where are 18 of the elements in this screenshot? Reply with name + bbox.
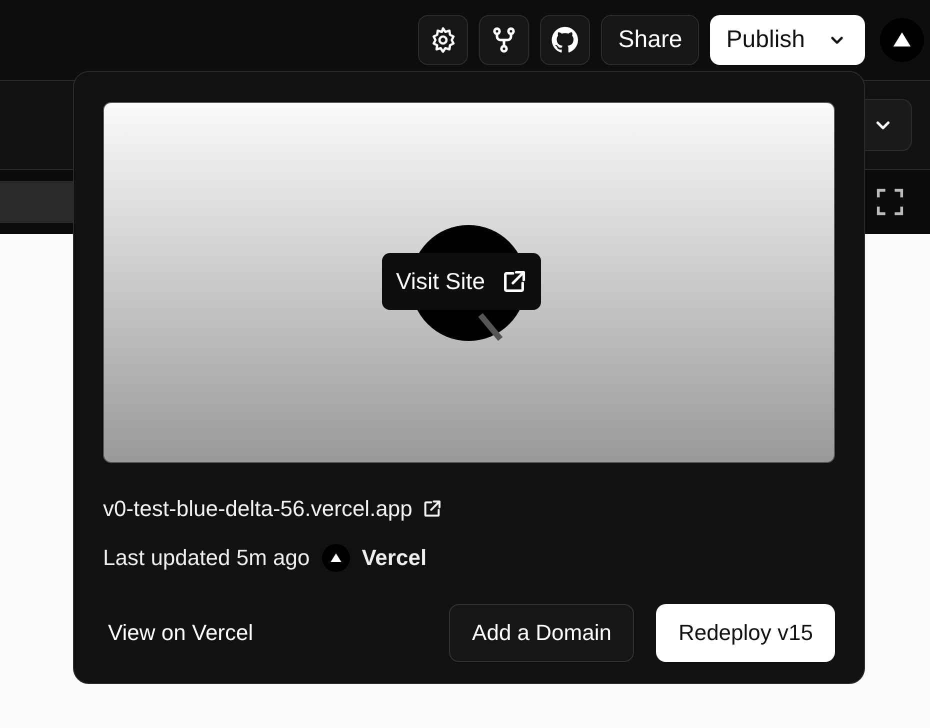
avatar[interactable] bbox=[880, 18, 924, 62]
team-avatar bbox=[322, 544, 350, 572]
publish-button[interactable]: Publish bbox=[710, 15, 865, 65]
external-link-icon bbox=[422, 499, 442, 519]
share-button[interactable]: Share bbox=[601, 15, 700, 65]
team-name: Vercel bbox=[362, 545, 427, 571]
add-domain-button[interactable]: Add a Domain bbox=[449, 604, 634, 662]
fullscreen-icon[interactable] bbox=[876, 188, 904, 216]
visit-site-button[interactable]: Visit Site bbox=[382, 253, 542, 310]
github-button[interactable] bbox=[540, 15, 590, 65]
fork-button[interactable] bbox=[479, 15, 530, 65]
external-link-icon bbox=[501, 268, 528, 294]
settings-button[interactable] bbox=[418, 15, 468, 65]
cat-icon bbox=[550, 25, 580, 55]
view-link[interactable]: View on Vercel bbox=[103, 604, 258, 662]
redeploy-button[interactable]: Redeploy v15 bbox=[656, 604, 835, 662]
site-url[interactable]: v0-test-blue-delta-56.vercel.app bbox=[103, 496, 412, 522]
last-updated-text: Last updated 5m ago bbox=[103, 545, 310, 571]
